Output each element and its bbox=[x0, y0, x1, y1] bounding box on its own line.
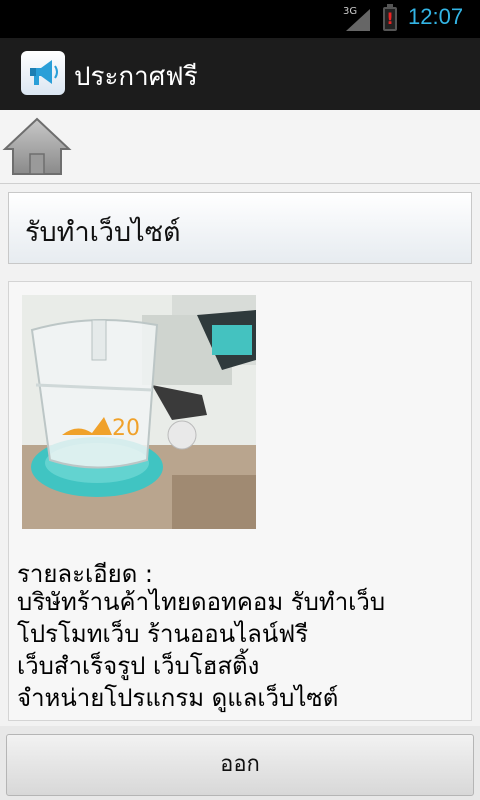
action-bar: ประกาศฟรี bbox=[0, 38, 480, 110]
listing-photo: 20 bbox=[22, 295, 256, 529]
signal-icon bbox=[346, 9, 370, 31]
status-time: 12:07 bbox=[408, 4, 464, 29]
detail-text: บริษัทร้านค้าไทยดอทคอม รับทำเว็บ โปรโมทเ… bbox=[17, 588, 386, 712]
exit-button[interactable]: ออก bbox=[6, 734, 474, 796]
listing-title: รับทำเว็บไซต์ bbox=[25, 217, 181, 248]
footer-bar: ออก bbox=[0, 726, 480, 800]
megaphone-icon[interactable] bbox=[21, 51, 65, 95]
nav-bar bbox=[0, 110, 480, 184]
home-icon[interactable] bbox=[2, 116, 72, 178]
battery-warning-icon: ! bbox=[383, 4, 397, 31]
listing-title-box: รับทำเว็บไซต์ bbox=[8, 192, 472, 264]
svg-text:20: 20 bbox=[112, 416, 140, 441]
listing-detail-box: 20 รายละเอียด : บริษัทร้านค้าไทยดอทคอม ร… bbox=[8, 281, 472, 721]
status-bar: 3G ! 12:07 bbox=[0, 0, 480, 38]
app-title: ประกาศฟรี bbox=[74, 62, 198, 92]
